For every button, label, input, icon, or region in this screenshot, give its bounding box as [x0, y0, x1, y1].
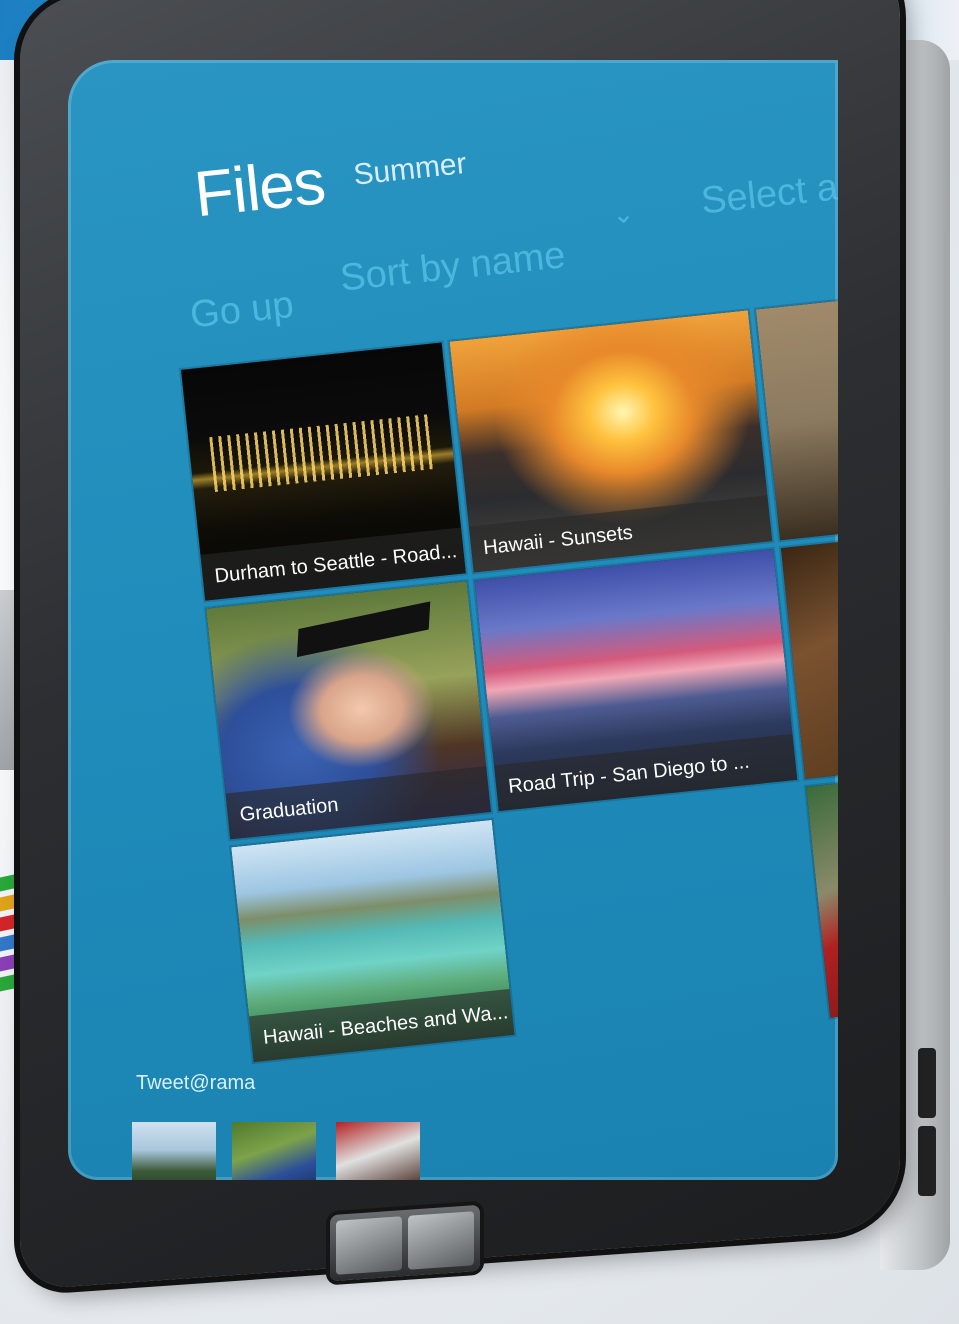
folder-tile[interactable] [806, 774, 838, 1018]
folder-tile[interactable]: Graduation [206, 581, 491, 840]
folder-tile[interactable]: Durham to Seattle - Road... [181, 342, 466, 601]
tweet-thumbnail[interactable] [232, 1122, 316, 1180]
windows-logo-pane [336, 1216, 402, 1275]
folder-tile[interactable]: Hawaii - Sunsets [449, 310, 773, 573]
sort-dropdown[interactable]: Sort by name [338, 234, 567, 300]
folder-tile[interactable]: Hawaii - Beaches and Wa... [231, 819, 515, 1063]
folder-tile[interactable]: Road Trip - San Diego to ... [474, 548, 798, 812]
go-up-command[interactable]: Go up [188, 284, 295, 338]
chevron-down-icon[interactable]: ⌄ [611, 198, 636, 231]
tweet-section-label: Tweet@rama [136, 1072, 256, 1094]
volume-up-button[interactable] [918, 1048, 936, 1118]
tablet-screen: Files Summer Go up Sort by name ⌄ Select… [68, 60, 838, 1180]
page-title: Files [190, 145, 328, 231]
windows-home-button[interactable] [330, 1204, 480, 1282]
select-all-command[interactable]: Select all [699, 165, 838, 224]
tile-photo [806, 774, 838, 1018]
tweet-thumbnail[interactable] [336, 1122, 420, 1180]
volume-down-button[interactable] [918, 1126, 936, 1196]
windows-logo-pane [408, 1211, 474, 1270]
tweet-thumbnail[interactable] [132, 1122, 216, 1180]
folder-name: Summer [351, 147, 469, 192]
